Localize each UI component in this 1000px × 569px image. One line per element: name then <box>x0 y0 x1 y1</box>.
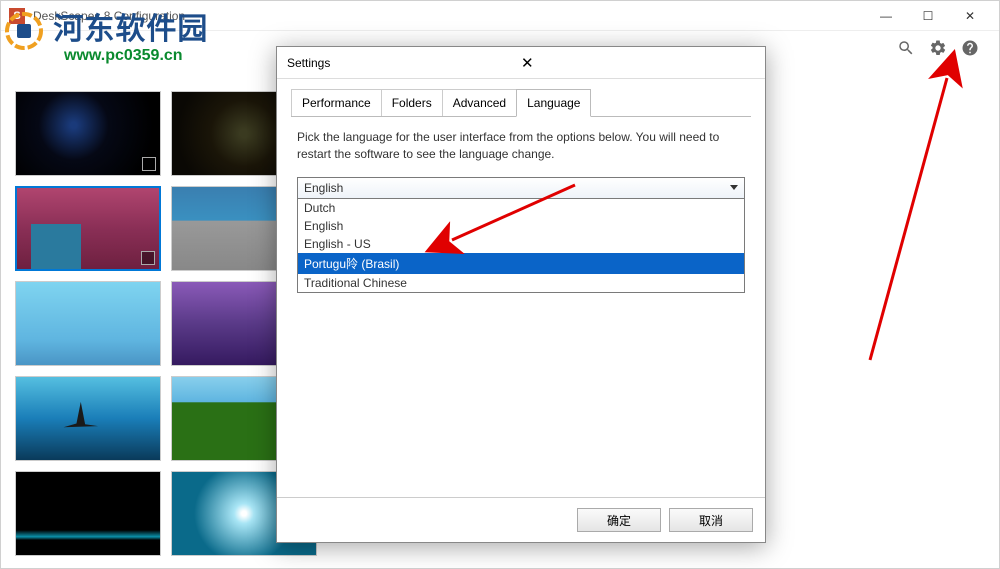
dialog-body: Pick the language for the user interface… <box>277 117 765 497</box>
tab-folders[interactable]: Folders <box>381 89 442 116</box>
wallpaper-thumb[interactable] <box>15 471 161 556</box>
window-controls: — ☐ ✕ <box>865 1 991 31</box>
dropdown-value: English <box>304 181 343 195</box>
chevron-down-icon <box>730 185 738 190</box>
tab-performance[interactable]: Performance <box>291 89 381 116</box>
help-icon[interactable] <box>961 39 979 57</box>
maximize-button[interactable]: ☐ <box>907 1 949 31</box>
tab-language[interactable]: Language <box>516 89 591 117</box>
dialog-titlebar: Settings ✕ <box>277 47 765 79</box>
titlebar: S DeskScapes 8 Configuration — ☐ ✕ <box>1 1 999 31</box>
option-english-us[interactable]: English - US <box>298 235 744 253</box>
top-right-toolbar <box>897 39 979 57</box>
option-traditional-chinese[interactable]: Traditional Chinese <box>298 274 744 292</box>
film-icon <box>141 251 155 265</box>
app-icon: S <box>9 8 25 24</box>
option-english[interactable]: English <box>298 217 744 235</box>
minimize-button[interactable]: — <box>865 1 907 31</box>
dropdown-options-list: Dutch English English - US Portugu阾 (Bra… <box>298 199 744 292</box>
gear-icon[interactable] <box>929 39 947 57</box>
cancel-button[interactable]: 取消 <box>669 508 753 532</box>
wallpaper-thumb[interactable] <box>15 91 161 176</box>
tabs-bar: Performance Folders Advanced Language <box>291 89 751 117</box>
option-portuguese-brasil[interactable]: Portugu阾 (Brasil) <box>298 253 744 274</box>
window-title: DeskScapes 8 Configuration <box>33 9 865 23</box>
settings-dialog: Settings ✕ Performance Folders Advanced … <box>276 46 766 543</box>
dialog-footer: 确定 取消 <box>277 497 765 542</box>
language-instruction: Pick the language for the user interface… <box>297 129 745 163</box>
dialog-title: Settings <box>287 56 515 70</box>
option-dutch[interactable]: Dutch <box>298 199 744 217</box>
language-dropdown[interactable]: English Dutch English English - US Portu… <box>297 177 745 293</box>
dialog-close-button[interactable]: ✕ <box>515 52 755 74</box>
close-button[interactable]: ✕ <box>949 1 991 31</box>
wallpaper-thumb[interactable] <box>15 186 161 271</box>
wallpaper-thumb[interactable] <box>15 281 161 366</box>
tab-advanced[interactable]: Advanced <box>442 89 516 116</box>
film-icon <box>142 157 156 171</box>
wallpaper-thumb[interactable] <box>15 376 161 461</box>
ok-button[interactable]: 确定 <box>577 508 661 532</box>
search-icon[interactable] <box>897 39 915 57</box>
dropdown-selected[interactable]: English <box>298 178 744 199</box>
